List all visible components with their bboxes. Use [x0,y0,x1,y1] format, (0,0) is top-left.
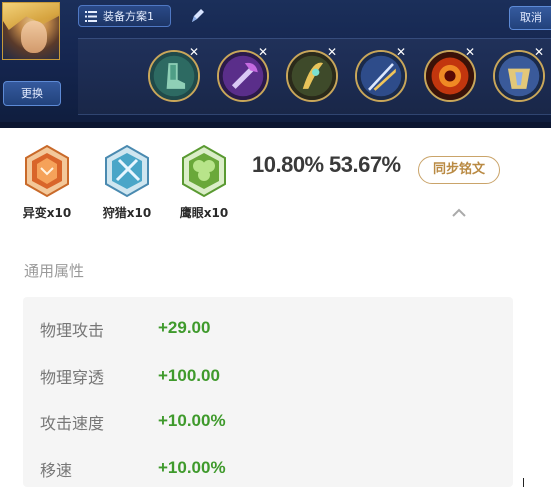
attribute-name: 移速 [40,461,73,480]
attribute-name: 物理攻击 [40,321,105,340]
remove-slot-5-icon[interactable]: ✕ [464,46,476,58]
rune-hawkeye-icon[interactable] [180,144,228,198]
equipment-panel: 更换 装备方案1 取消 ✕ ✕ ✕ ✕ ✕ ✕ [0,0,551,128]
hero-face [21,21,47,53]
rune-hunt-icon[interactable] [103,144,151,198]
hero-avatar[interactable] [2,2,60,60]
attribute-name: 物理穿透 [40,368,105,387]
remove-slot-3-icon[interactable]: ✕ [326,46,338,58]
attribute-value: +100.00 [158,366,220,385]
chevron-up-icon[interactable] [451,208,467,218]
section-title-general-attributes: 通用属性 [24,262,85,280]
remove-slot-2-icon[interactable]: ✕ [257,46,269,58]
list-icon [85,11,97,22]
remove-slot-4-icon[interactable]: ✕ [395,46,407,58]
stat-percentage-1: 10.80% [252,152,324,177]
armor-icon [495,52,543,100]
sync-runes-button[interactable]: 同步铭文 [418,156,500,184]
boots-icon [150,52,198,100]
plan-label: 装备方案1 [103,10,154,23]
remove-slot-6-icon[interactable]: ✕ [533,46,545,58]
cancel-button[interactable]: 取消 [509,6,551,30]
fire-eye-icon [426,52,474,100]
attribute-name: 攻击速度 [40,414,105,433]
remove-slot-1-icon[interactable]: ✕ [188,46,200,58]
attribute-value: +29.00 [158,318,211,337]
edit-icon[interactable] [188,6,206,26]
rune-label-hunt: 狩猎x10 [102,206,152,220]
stat-percentage-2: 53.67% [329,152,401,177]
attribute-value: +10.00% [158,411,226,430]
swap-button[interactable]: 更换 [3,81,61,106]
text-cursor [523,478,524,487]
rune-label-mutation: 异变x10 [22,206,72,220]
golden-bow-icon [288,52,336,100]
rune-mutation-icon[interactable] [23,144,71,198]
rune-label-hawkeye: 鹰眼x10 [179,206,229,220]
attribute-value: +10.00% [158,458,226,477]
axe-icon [219,52,267,100]
plan-selector[interactable]: 装备方案1 [78,5,171,27]
blades-icon [357,52,405,100]
